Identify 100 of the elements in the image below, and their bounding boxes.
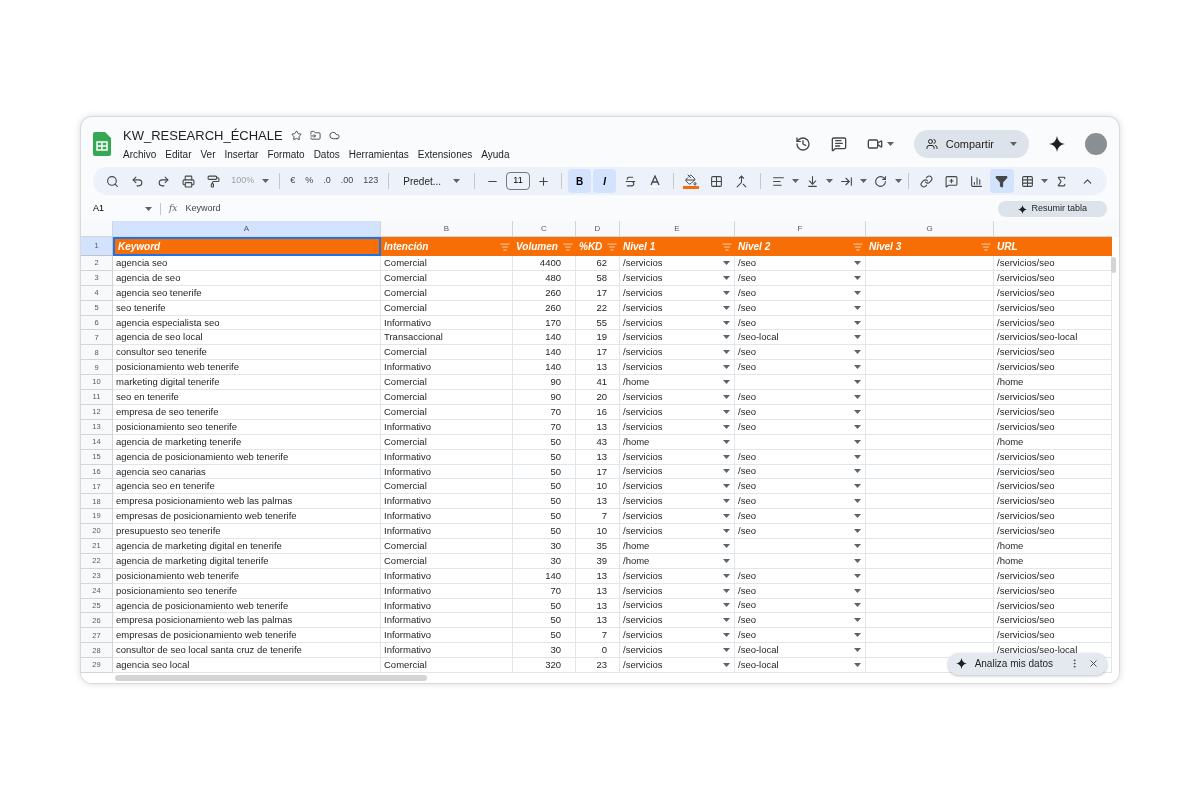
sparkle-icon[interactable] bbox=[1049, 136, 1065, 153]
dropdown-cell[interactable]: /home bbox=[620, 375, 735, 391]
dropdown-cell[interactable]: /seo-local bbox=[735, 330, 866, 346]
dropdown-cell[interactable]: /servicios bbox=[620, 628, 735, 644]
dropdown-cell[interactable]: /servicios bbox=[620, 583, 735, 599]
formula-field[interactable]: Keyword bbox=[185, 202, 221, 216]
dropdown-cell[interactable]: /seo bbox=[735, 479, 866, 495]
avatar[interactable] bbox=[1085, 133, 1107, 156]
dropdown-cell[interactable]: /seo bbox=[735, 524, 866, 539]
dropdown-cell[interactable]: /seo bbox=[735, 315, 866, 331]
cell-reference[interactable]: A1 bbox=[93, 202, 145, 216]
dropdown-cell[interactable]: /seo bbox=[735, 256, 866, 271]
dropdown-cell[interactable]: /servicios bbox=[620, 270, 735, 286]
increase-decimals[interactable]: .00 bbox=[336, 169, 358, 194]
horizontal-scrollbar[interactable] bbox=[115, 674, 427, 681]
dropdown-icon bbox=[854, 648, 861, 653]
dropdown-cell[interactable]: /servicios bbox=[620, 390, 735, 405]
menu-item[interactable]: Ayuda bbox=[481, 147, 510, 163]
dropdown-cell[interactable]: /servicios bbox=[620, 479, 735, 495]
dropdown-cell[interactable]: /servicios bbox=[620, 449, 735, 465]
dropdown-cell[interactable]: /servicios bbox=[620, 256, 735, 271]
dropdown-cell[interactable]: /servicios bbox=[620, 494, 735, 510]
sheets-logo-icon[interactable] bbox=[93, 132, 111, 157]
filter-icon[interactable] bbox=[990, 169, 1014, 194]
menu-item[interactable]: Archivo bbox=[123, 147, 157, 163]
dropdown-cell[interactable]: /seo bbox=[735, 360, 866, 376]
dropdown-cell[interactable]: /seo bbox=[735, 509, 866, 525]
menu-item[interactable]: Extensiones bbox=[417, 147, 473, 163]
dropdown-icon bbox=[854, 305, 861, 310]
font-size-field[interactable]: 11 bbox=[506, 172, 530, 191]
assistant-chip[interactable]: Analiza mis datos bbox=[947, 652, 1107, 675]
dropdown-cell[interactable]: /seo-local bbox=[735, 658, 866, 673]
star-icon[interactable] bbox=[290, 130, 302, 142]
dropdown-cell[interactable]: /seo bbox=[735, 598, 866, 614]
summarize-table-button[interactable]: Resumir tabla bbox=[998, 201, 1107, 218]
assistant-chip-label[interactable]: Analiza mis datos bbox=[974, 656, 1053, 672]
dropdown-cell[interactable]: /servicios bbox=[620, 419, 735, 435]
menu-item[interactable]: Herramientas bbox=[348, 147, 409, 163]
history-icon[interactable] bbox=[794, 136, 811, 153]
dropdown-cell[interactable] bbox=[735, 553, 866, 569]
dropdown-cell[interactable]: /seo bbox=[735, 404, 866, 420]
table-cell: /servicios/seo bbox=[994, 613, 1112, 629]
dropdown-cell[interactable]: /servicios bbox=[620, 285, 735, 301]
dropdown-cell[interactable]: /servicios bbox=[620, 330, 735, 346]
dropdown-cell[interactable]: /servicios bbox=[620, 315, 735, 331]
dropdown-cell[interactable]: /servicios bbox=[620, 524, 735, 539]
vertical-scrollbar[interactable] bbox=[1111, 257, 1116, 274]
dropdown-cell[interactable]: /servicios bbox=[620, 658, 735, 673]
font-dropdown[interactable]: Predet... bbox=[395, 173, 469, 189]
comment-icon[interactable] bbox=[830, 136, 847, 153]
dropdown-cell[interactable]: /seo bbox=[735, 449, 866, 465]
dropdown-cell[interactable]: /servicios bbox=[620, 360, 735, 376]
currency-format[interactable]: € bbox=[286, 169, 300, 194]
close-icon[interactable] bbox=[1088, 658, 1099, 670]
menu-item[interactable]: Insertar bbox=[224, 147, 259, 163]
cloud-icon[interactable] bbox=[328, 130, 340, 142]
dropdown-cell[interactable]: /seo bbox=[735, 390, 866, 405]
menu-item[interactable]: Datos bbox=[313, 147, 340, 163]
dropdown-cell[interactable]: /servicios bbox=[620, 613, 735, 629]
dropdown-cell[interactable]: /seo bbox=[735, 568, 866, 584]
folder-icon[interactable] bbox=[309, 130, 321, 142]
table-cell: /home bbox=[994, 538, 1112, 554]
dropdown-cell[interactable] bbox=[735, 434, 866, 450]
dropdown-icon bbox=[723, 395, 730, 399]
italic-button[interactable]: I bbox=[593, 169, 617, 194]
bold-button[interactable]: B bbox=[567, 169, 592, 194]
dropdown-cell[interactable]: /seo bbox=[735, 628, 866, 644]
dropdown-cell[interactable]: /seo bbox=[735, 419, 866, 435]
dropdown-cell[interactable]: /seo bbox=[735, 464, 866, 480]
dropdown-icon bbox=[854, 290, 861, 295]
dropdown-cell[interactable]: /servicios bbox=[620, 598, 735, 614]
document-title[interactable]: KW_RESEARCH_ÉCHALE bbox=[123, 125, 283, 146]
dropdown-cell[interactable]: /seo bbox=[735, 285, 866, 301]
dropdown-cell[interactable]: /servicios bbox=[620, 568, 735, 584]
share-button[interactable]: Compartir bbox=[913, 130, 1029, 159]
column-header[interactable]: A bbox=[113, 221, 381, 238]
dropdown-cell[interactable]: /servicios bbox=[620, 300, 735, 316]
dropdown-cell[interactable]: /seo-local bbox=[735, 643, 866, 659]
dropdown-cell[interactable]: /servicios bbox=[620, 464, 735, 480]
dropdown-cell[interactable]: /seo bbox=[735, 300, 866, 316]
dropdown-cell[interactable]: /servicios bbox=[620, 509, 735, 525]
dropdown-cell[interactable]: /seo bbox=[735, 613, 866, 629]
dropdown-cell[interactable]: /seo bbox=[735, 270, 866, 286]
dropdown-cell[interactable]: /seo bbox=[735, 494, 866, 510]
decrease-decimals[interactable]: .0 bbox=[319, 169, 335, 194]
menu-item[interactable]: Ver bbox=[200, 147, 216, 163]
dropdown-cell[interactable]: /home bbox=[620, 553, 735, 569]
menu-item[interactable]: Editar bbox=[165, 147, 192, 163]
percent-format[interactable]: % bbox=[301, 169, 318, 194]
dropdown-cell[interactable] bbox=[735, 375, 866, 391]
dropdown-cell[interactable]: /home bbox=[620, 434, 735, 450]
dropdown-cell[interactable]: /seo bbox=[735, 583, 866, 599]
dropdown-cell[interactable]: /servicios bbox=[620, 345, 735, 361]
dropdown-cell[interactable] bbox=[735, 538, 866, 554]
menu-item[interactable]: Formato bbox=[267, 147, 305, 163]
dropdown-cell[interactable]: /seo bbox=[735, 345, 866, 361]
number-format[interactable]: 123 bbox=[359, 169, 383, 194]
dropdown-cell[interactable]: /servicios bbox=[620, 404, 735, 420]
dropdown-cell[interactable]: /servicios bbox=[620, 643, 735, 659]
dropdown-cell[interactable]: /home bbox=[620, 538, 735, 554]
